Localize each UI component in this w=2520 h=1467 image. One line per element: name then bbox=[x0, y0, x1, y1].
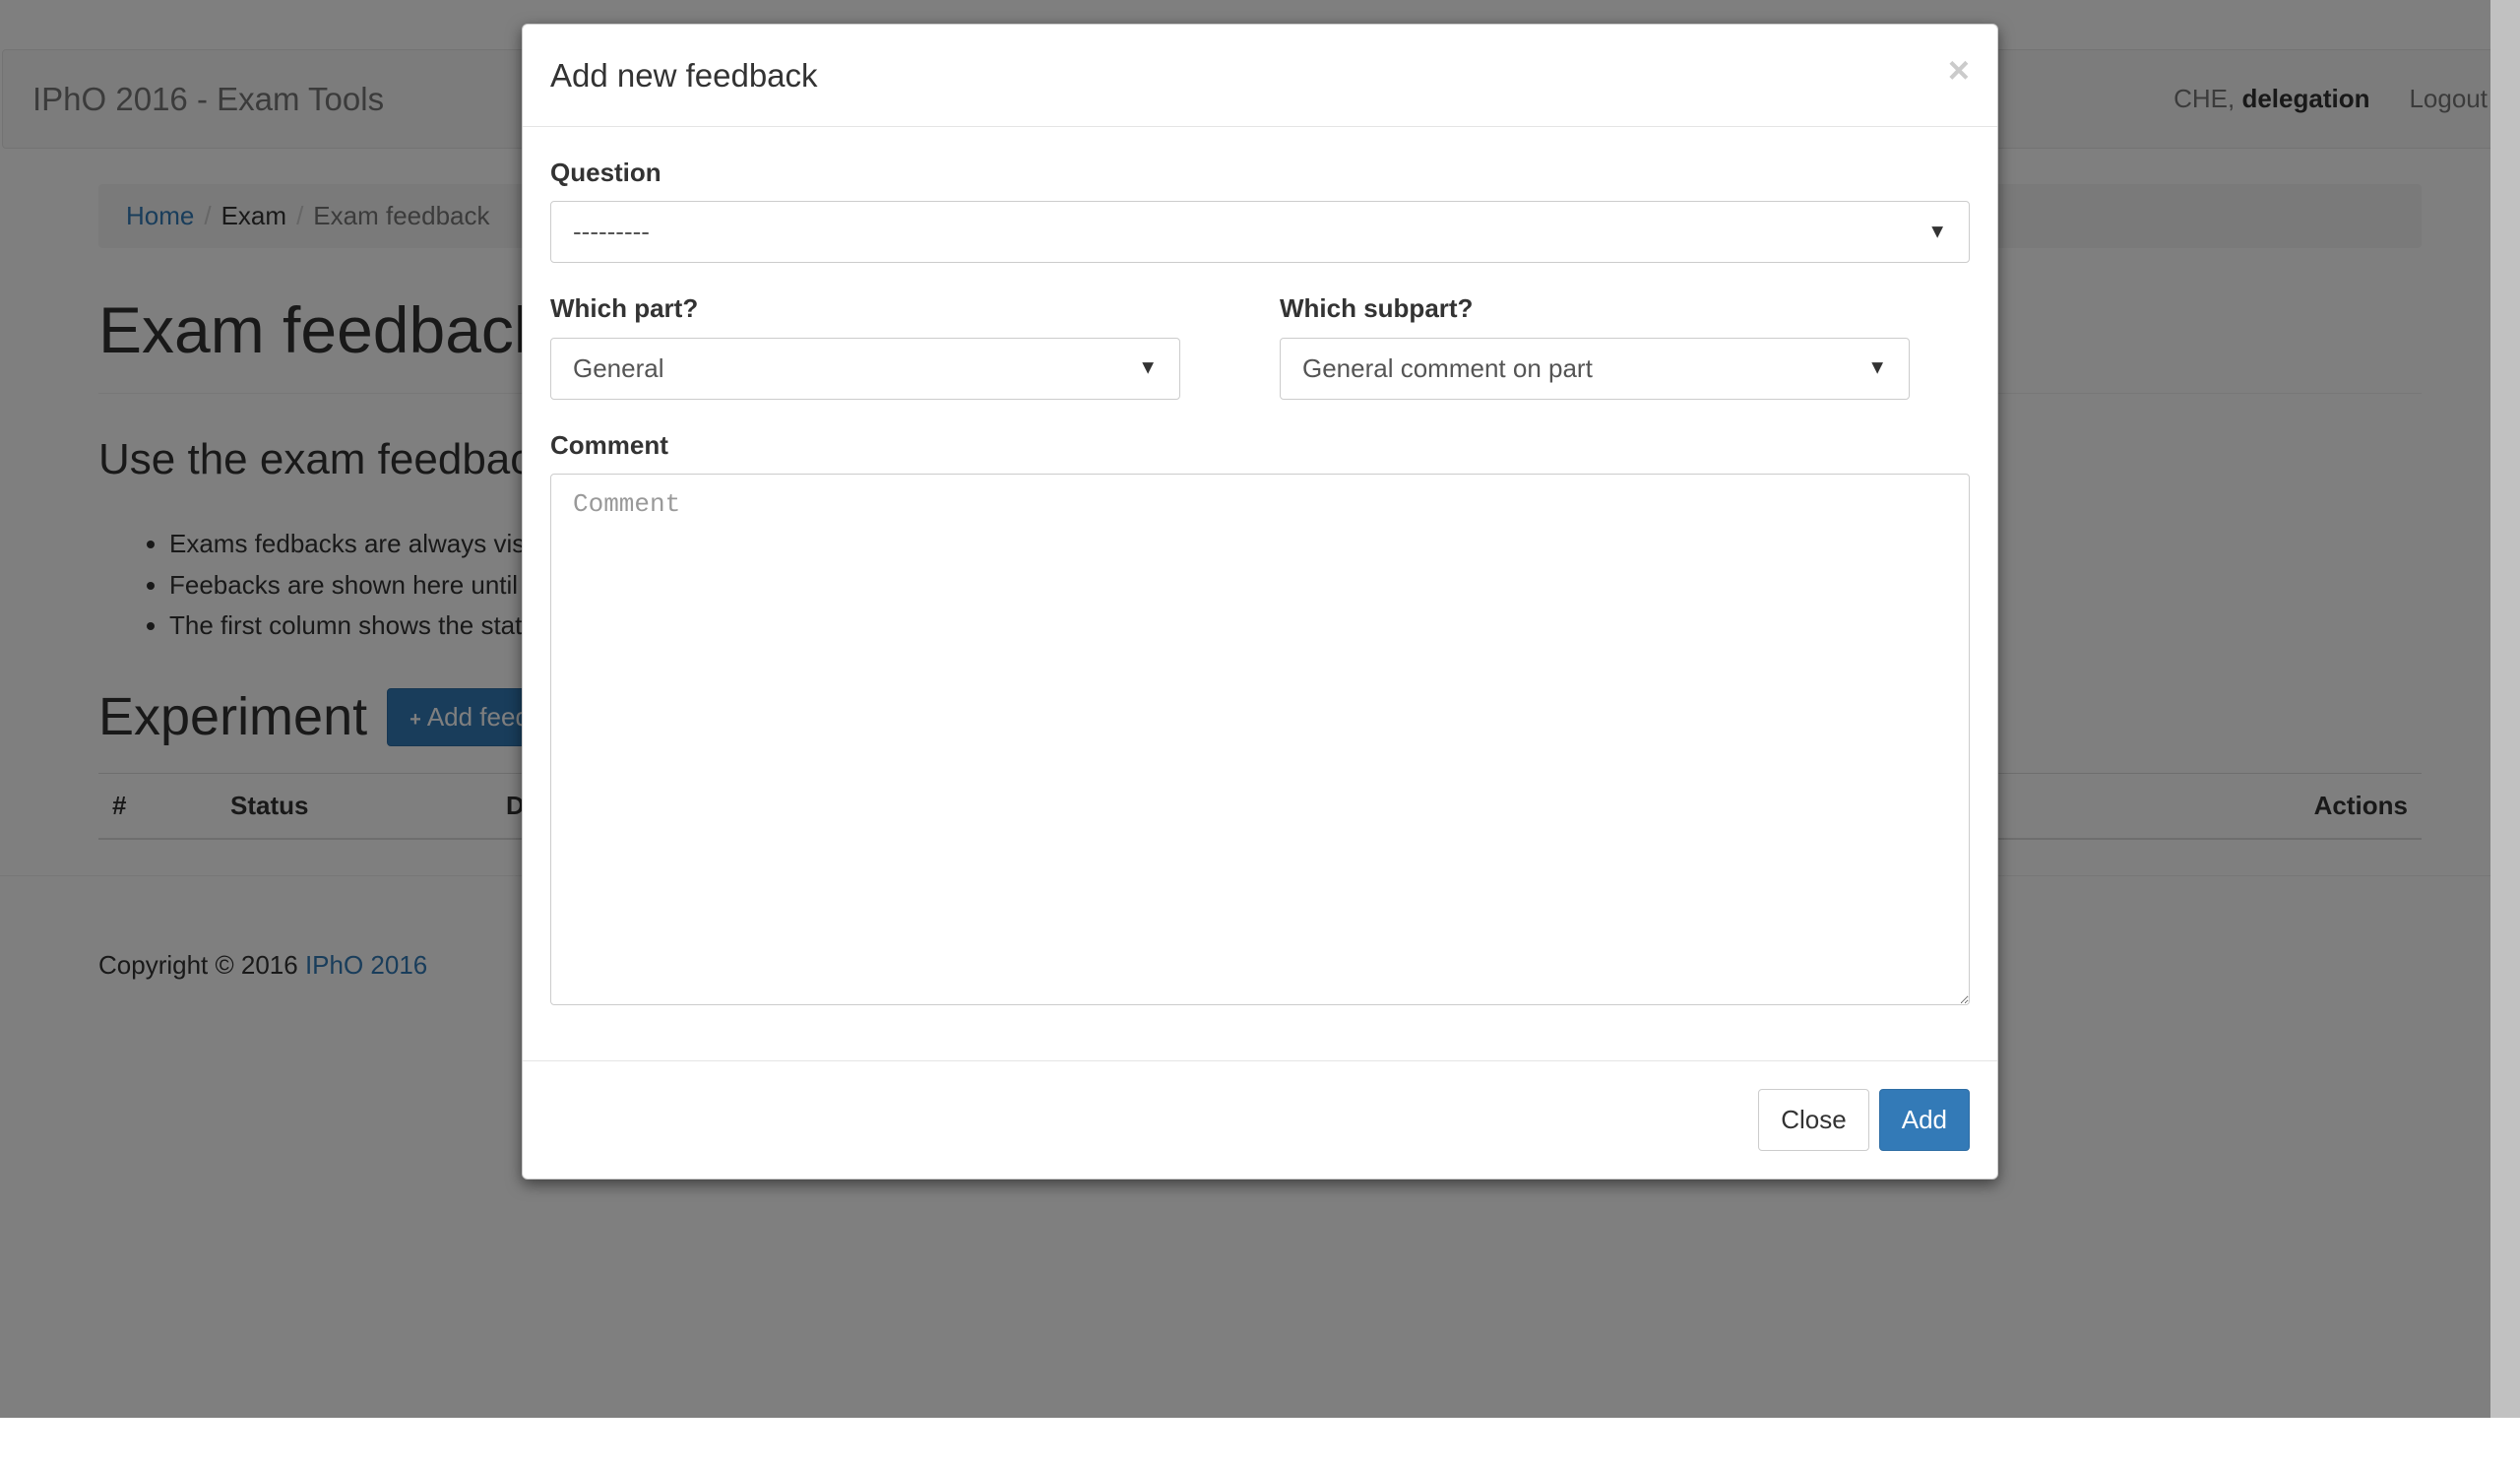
subpart-select[interactable]: General comment on part ▼ bbox=[1280, 338, 1910, 400]
label-comment: Comment bbox=[550, 427, 1970, 464]
subpart-select-value: General comment on part bbox=[1281, 339, 1909, 399]
modal-content: Add new feedback × Question --------- ▼ … bbox=[522, 24, 1998, 1180]
modal-header: Add new feedback × bbox=[523, 25, 1997, 127]
comment-textarea[interactable] bbox=[550, 474, 1970, 1005]
question-select[interactable]: --------- ▼ bbox=[550, 201, 1970, 263]
question-select-value: --------- bbox=[551, 202, 1969, 262]
form-group-part: Which part? General ▼ bbox=[550, 290, 1240, 399]
close-icon[interactable]: × bbox=[1948, 52, 1970, 90]
label-subpart: Which subpart? bbox=[1280, 290, 1970, 327]
form-group-comment: Comment bbox=[550, 427, 1970, 1005]
part-select[interactable]: General ▼ bbox=[550, 338, 1180, 400]
form-group-subpart: Which subpart? General comment on part ▼ bbox=[1280, 290, 1970, 399]
modal-body: Question --------- ▼ Which part? General… bbox=[523, 127, 1997, 1060]
modal: Add new feedback × Question --------- ▼ … bbox=[0, 0, 2520, 1418]
part-select-value: General bbox=[551, 339, 1179, 399]
modal-dialog: Add new feedback × Question --------- ▼ … bbox=[522, 24, 1998, 1180]
label-part: Which part? bbox=[550, 290, 1240, 327]
modal-title: Add new feedback bbox=[550, 52, 818, 98]
label-question: Question bbox=[550, 155, 1970, 191]
form-group-question: Question --------- ▼ bbox=[550, 155, 1970, 263]
form-row-parts: Which part? General ▼ Which subpart? Gen… bbox=[550, 290, 1970, 399]
scrollbar-thumb[interactable] bbox=[2490, 0, 2520, 1418]
scrollbar[interactable] bbox=[2490, 0, 2520, 1418]
modal-footer: Close Add bbox=[523, 1060, 1997, 1179]
close-button[interactable]: Close bbox=[1758, 1089, 1868, 1151]
add-button[interactable]: Add bbox=[1879, 1089, 1970, 1151]
